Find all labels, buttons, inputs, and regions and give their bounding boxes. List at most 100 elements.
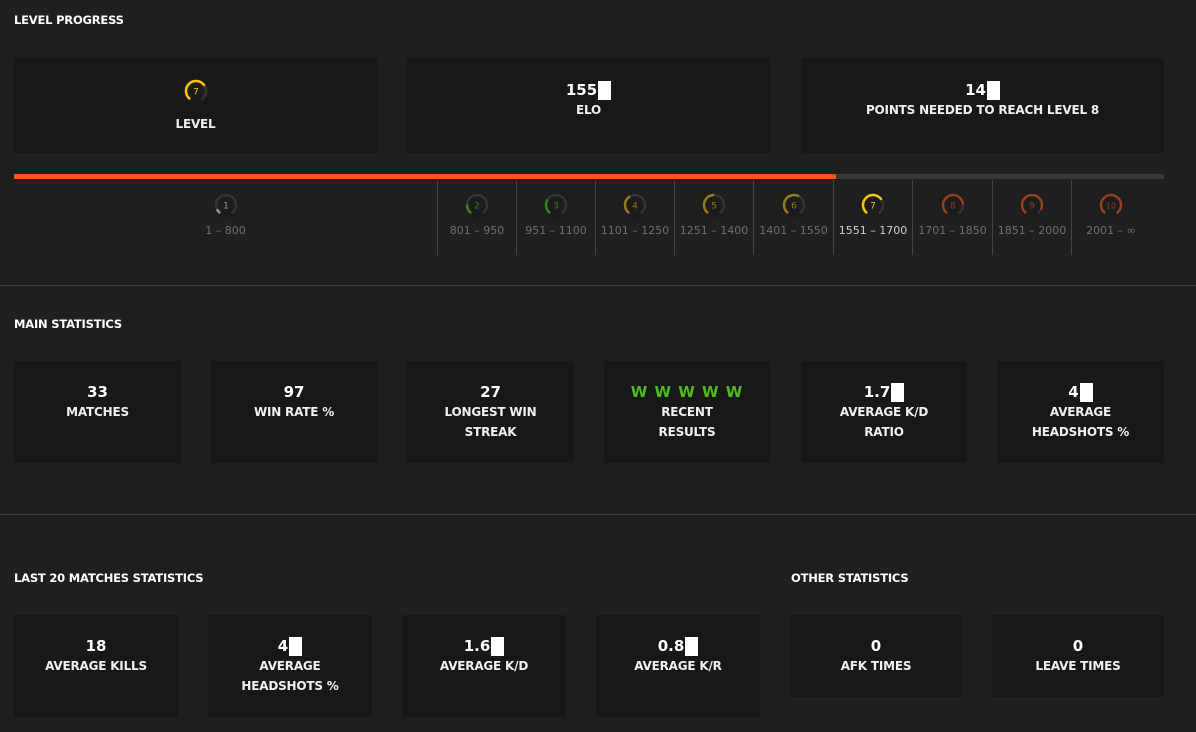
- level-range: 1 – 800: [205, 224, 246, 237]
- level-10-gauge-icon: 10: [1098, 192, 1124, 218]
- level-progress-bar: [14, 174, 1164, 179]
- level_progress-cards-card: 14 POINTS NEEDED TO REACH LEVEL 8: [801, 58, 1164, 153]
- last20-cards-card: 4 AVERAGE HEADSHOTS %: [208, 615, 372, 717]
- level-range: 1101 – 1250: [600, 224, 670, 237]
- stat-label: AVERAGE HEADSHOTS %: [1031, 405, 1130, 439]
- stat-label: POINTS NEEDED TO REACH LEVEL 8: [865, 103, 1100, 117]
- stat-value: 4: [1068, 382, 1093, 402]
- svg-text:1: 1: [223, 202, 229, 212]
- svg-text:10: 10: [1106, 202, 1116, 211]
- level-range: 1851 – 2000: [997, 224, 1067, 237]
- redacted-box: [491, 636, 505, 656]
- last20-cards-card: 18 AVERAGE KILLS: [14, 615, 178, 717]
- stat-value: W W W W W: [630, 383, 744, 401]
- svg-text:9: 9: [1029, 202, 1035, 212]
- stat-value: 33: [87, 383, 108, 401]
- level-segment-9: 9 1851 – 2000: [992, 180, 1071, 255]
- stat-label: MATCHES: [66, 405, 129, 419]
- level-1-gauge-icon: 1: [212, 192, 239, 218]
- redacted-box: [685, 636, 699, 656]
- redacted-box: [598, 80, 612, 100]
- stat-label: LEAVE TIMES: [1035, 659, 1121, 673]
- level-7-gauge-icon: 7: [182, 78, 209, 104]
- level-3-gauge-icon: 3: [543, 192, 569, 218]
- divider: [0, 514, 1196, 515]
- svg-text:3: 3: [553, 202, 559, 212]
- stat-value: 27: [480, 383, 501, 401]
- redacted-box: [1079, 382, 1093, 402]
- stat-label: RECENT RESULTS: [658, 405, 716, 439]
- other-statistics-title: OTHER STATISTICS: [791, 571, 909, 585]
- last20-title: LAST 20 MATCHES STATISTICS: [14, 571, 204, 585]
- stat-label: ELO: [575, 103, 602, 117]
- level-6-gauge-icon: 6: [780, 192, 807, 218]
- stat-value: 1.6: [464, 636, 505, 656]
- stat-label: AVERAGE K/R: [634, 659, 722, 673]
- main-statistics-title: MAIN STATISTICS: [14, 317, 122, 331]
- level-segment-7: 7 1551 – 1700: [833, 180, 912, 255]
- stat-label: AVERAGE KILLS: [45, 659, 147, 673]
- stat-label: AVERAGE HEADSHOTS %: [241, 659, 339, 693]
- level-progress-title: LEVEL PROGRESS: [14, 13, 124, 27]
- stat-label: WIN RATE %: [253, 405, 335, 419]
- main_statistics-cards-card: 33 MATCHES: [14, 361, 181, 463]
- stat-label: LONGEST WIN STREAK: [444, 405, 537, 439]
- level-range: 1701 – 1850: [918, 224, 987, 237]
- stat-value: 0: [1072, 637, 1084, 655]
- level_progress-cards-card: 155 ELO: [407, 58, 770, 153]
- divider: [0, 285, 1196, 286]
- level-segment-4: 4 1101 – 1250: [595, 180, 674, 255]
- redacted-box: [986, 80, 1000, 100]
- stat-value: 18: [85, 637, 107, 655]
- main_statistics-cards-card: W W W W W RECENT RESULTS: [604, 361, 770, 463]
- main_statistics-cards-card: 97 WIN RATE %: [211, 361, 377, 463]
- stat-value: 0.8: [658, 636, 699, 656]
- level-segment-5: 5 1251 – 1400: [674, 180, 753, 255]
- stat-label: AFK TIMES: [840, 659, 912, 673]
- level-segment-1: 1 1 – 800: [14, 180, 437, 255]
- svg-text:7: 7: [193, 88, 199, 98]
- other-cards-card: 0 AFK TIMES: [791, 615, 961, 697]
- stat-value: 1.7: [864, 382, 905, 402]
- stat-value: 97: [283, 383, 305, 401]
- redacted-box: [891, 382, 905, 402]
- main_statistics-cards-card: 27 LONGEST WIN STREAK: [407, 361, 574, 463]
- svg-text:2: 2: [474, 202, 480, 212]
- svg-text:4: 4: [632, 202, 638, 212]
- level-segment-10: 10 2001 – ∞: [1071, 180, 1150, 255]
- stat-value: 4: [278, 636, 303, 656]
- level-segment-3: 3 951 – 1100: [516, 180, 595, 255]
- level-7-gauge-icon: 7: [860, 192, 886, 218]
- level-9-gauge-icon: 9: [1019, 192, 1045, 218]
- stat-value: 0: [870, 637, 882, 655]
- level-2-gauge-icon: 2: [464, 192, 490, 218]
- stat-label: AVERAGE K/D RATIO: [839, 405, 929, 439]
- svg-text:8: 8: [950, 202, 956, 212]
- level-range: 801 – 950: [449, 224, 505, 237]
- level-8-gauge-icon: 8: [939, 192, 966, 218]
- level-4-gauge-icon: 4: [622, 192, 648, 218]
- svg-text:5: 5: [711, 202, 717, 212]
- level_progress-cards-card: 7 LEVEL: [14, 58, 377, 153]
- level-range: 2001 – ∞: [1086, 224, 1136, 237]
- svg-text:6: 6: [791, 202, 797, 212]
- last20-cards-card: 0.8 AVERAGE K/R: [596, 615, 760, 717]
- stat-value: 155: [566, 80, 612, 100]
- stat-label: AVERAGE K/D: [439, 659, 529, 673]
- level-range: 1551 – 1700: [838, 224, 908, 237]
- level-progress-fill: [14, 174, 837, 179]
- svg-text:7: 7: [870, 202, 876, 212]
- level-gauge: 7: [182, 78, 209, 108]
- level-range: 1251 – 1400: [679, 224, 749, 237]
- main_statistics-cards-card: 4 AVERAGE HEADSHOTS %: [997, 361, 1164, 463]
- level-segment-6: 6 1401 – 1550: [753, 180, 833, 255]
- level-range: 1401 – 1550: [759, 224, 828, 237]
- stat-label: LEVEL: [175, 117, 216, 131]
- stat-value: 14: [965, 80, 1000, 100]
- level-segment-2: 2 801 – 950: [437, 180, 516, 255]
- main_statistics-cards-card: 1.7 AVERAGE K/D RATIO: [801, 361, 967, 463]
- level-segment-8: 8 1701 – 1850: [912, 180, 992, 255]
- last20-cards-card: 1.6 AVERAGE K/D: [402, 615, 566, 717]
- level-5-gauge-icon: 5: [701, 192, 727, 218]
- level-range: 951 – 1100: [525, 224, 587, 237]
